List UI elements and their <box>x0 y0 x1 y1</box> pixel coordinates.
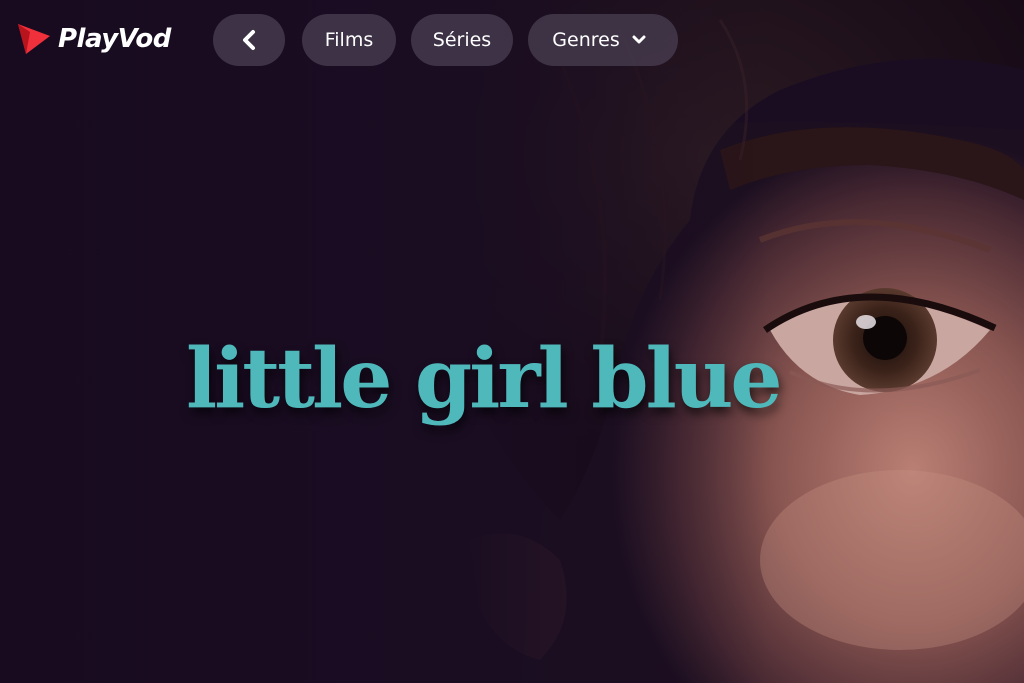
chevron-left-icon <box>243 30 255 50</box>
play-triangle-icon <box>18 24 50 54</box>
top-navigation: PlayVod Films Séries Genres <box>0 0 1024 80</box>
nav-genres-dropdown[interactable]: Genres <box>528 14 678 66</box>
brand-name: PlayVod <box>58 24 171 54</box>
nav-series-button[interactable]: Séries <box>411 14 513 66</box>
movie-title: little girl blue <box>186 331 783 427</box>
brand-logo[interactable]: PlayVod <box>16 20 171 58</box>
nav-series-label: Séries <box>432 29 492 51</box>
chevron-down-icon <box>632 35 646 44</box>
nav-films-label: Films <box>324 29 374 51</box>
page: PlayVod Films Séries Genres little girl … <box>0 0 1024 683</box>
nav-films-button[interactable]: Films <box>302 14 396 66</box>
back-button[interactable] <box>213 14 285 66</box>
nav-genres-label: Genres <box>552 29 620 51</box>
